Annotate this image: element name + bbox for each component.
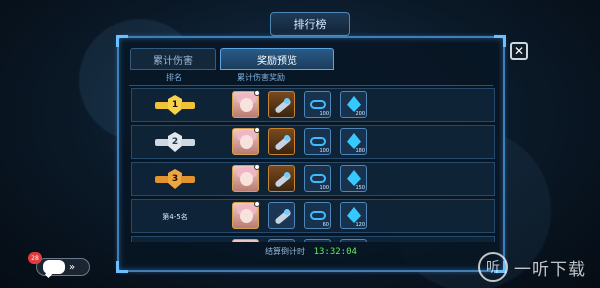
rank-badge-silver-icon: 2 bbox=[155, 132, 195, 154]
column-headers: 排名 累计伤害奖励 bbox=[119, 71, 503, 85]
cloud-icon[interactable]: 60 bbox=[304, 202, 331, 229]
countdown-time: 13:32:04 bbox=[313, 247, 357, 257]
tab-cumulative-damage[interactable]: 累计伤害 bbox=[130, 48, 216, 70]
rank-cell: 3 bbox=[140, 163, 210, 197]
chat-bubble-icon bbox=[43, 260, 65, 274]
badge-wing bbox=[181, 176, 195, 183]
rank-label: 第4-5名 bbox=[162, 213, 188, 221]
rank-number: 1 bbox=[168, 95, 182, 115]
tab-bar: 累计伤害 奖励预览 bbox=[130, 48, 334, 70]
item-marker bbox=[254, 90, 260, 96]
weapon-tip bbox=[284, 135, 290, 141]
rank-number: 3 bbox=[168, 169, 182, 189]
crystal-shape bbox=[347, 207, 361, 223]
weapon-tip bbox=[284, 209, 290, 215]
rank-cell: 2 bbox=[140, 126, 210, 160]
rank-cell: 第4-5名 bbox=[140, 200, 210, 234]
cloud-icon[interactable] bbox=[304, 239, 331, 242]
badge-wing bbox=[155, 176, 169, 183]
rank-cell: 1 bbox=[140, 89, 210, 123]
countdown-label: 结算倒计时 bbox=[265, 247, 306, 256]
cloud-icon[interactable]: 100 bbox=[304, 91, 331, 118]
rank-badge-gold-icon: 1 bbox=[155, 95, 195, 117]
item-count: 150 bbox=[355, 185, 365, 191]
reward-row: 第4-5名 60 120 bbox=[131, 199, 495, 233]
cloud-icon[interactable]: 100 bbox=[304, 165, 331, 192]
watermark: 听 一听下载 bbox=[478, 252, 586, 282]
badge-wing bbox=[155, 139, 169, 146]
rank-badge-bronze-icon: 3 bbox=[155, 169, 195, 191]
crystal-shape bbox=[347, 170, 361, 186]
item-count: 180 bbox=[355, 148, 365, 154]
crystal-icon[interactable]: 150 bbox=[340, 165, 367, 192]
reward-column-header: 累计伤害奖励 bbox=[237, 73, 285, 82]
corner-ornament bbox=[116, 35, 128, 47]
page-title: 排行榜 bbox=[270, 12, 350, 36]
item-count: 200 bbox=[355, 111, 365, 117]
notification-badge: 28 bbox=[28, 252, 42, 264]
close-icon: ✕ bbox=[513, 44, 525, 58]
weapon-tip bbox=[284, 98, 290, 104]
item-count: 100 bbox=[319, 185, 329, 191]
cloud-shape bbox=[310, 137, 326, 146]
crystal-shape bbox=[347, 96, 361, 112]
hero-portrait-icon[interactable] bbox=[232, 164, 260, 192]
cloud-icon[interactable]: 100 bbox=[304, 128, 331, 155]
crystal-icon[interactable] bbox=[340, 239, 367, 242]
cloud-shape bbox=[310, 100, 326, 109]
watermark-logo-icon: 听 bbox=[478, 252, 508, 282]
hero-portrait-icon[interactable] bbox=[232, 239, 259, 242]
hero-face bbox=[240, 135, 253, 149]
weapon-icon[interactable] bbox=[268, 91, 295, 118]
hero-portrait-icon[interactable] bbox=[232, 201, 260, 229]
rank-number: 2 bbox=[168, 132, 182, 152]
hero-hair bbox=[237, 241, 256, 242]
badge-wing bbox=[155, 102, 169, 109]
weapon-icon[interactable] bbox=[268, 128, 295, 155]
reward-row: 1 100 200 bbox=[131, 88, 495, 122]
double-chevron-right-icon: » bbox=[69, 261, 76, 273]
reward-row bbox=[131, 236, 495, 242]
cloud-shape bbox=[310, 211, 326, 220]
leaderboard-panel: 累计伤害 奖励预览 排名 累计伤害奖励 1 100 200 2 100 180 … bbox=[116, 35, 506, 273]
hero-face bbox=[240, 98, 253, 112]
tab-reward-preview[interactable]: 奖励预览 bbox=[220, 48, 334, 70]
badge-wing bbox=[181, 102, 195, 109]
weapon-icon[interactable] bbox=[268, 165, 295, 192]
watermark-text: 一听下载 bbox=[514, 259, 586, 280]
hero-portrait-icon[interactable] bbox=[232, 90, 260, 118]
weapon-tip bbox=[284, 172, 290, 178]
item-marker bbox=[254, 201, 260, 207]
close-button[interactable]: ✕ bbox=[510, 42, 528, 60]
reward-row: 2 100 180 bbox=[131, 125, 495, 159]
settlement-countdown: 结算倒计时 13:32:04 bbox=[119, 246, 503, 257]
corner-ornament bbox=[494, 35, 506, 47]
chat-button[interactable]: » bbox=[36, 258, 90, 276]
item-marker bbox=[254, 127, 260, 133]
crystal-icon[interactable]: 180 bbox=[340, 128, 367, 155]
item-count: 100 bbox=[319, 111, 329, 117]
crystal-icon[interactable]: 200 bbox=[340, 91, 367, 118]
crystal-shape bbox=[347, 133, 361, 149]
cloud-shape bbox=[310, 174, 326, 183]
item-count: 120 bbox=[355, 222, 365, 228]
weapon-icon[interactable] bbox=[268, 239, 295, 242]
reward-row: 3 100 150 bbox=[131, 162, 495, 196]
crystal-icon[interactable]: 120 bbox=[340, 202, 367, 229]
corner-ornament bbox=[116, 261, 128, 273]
weapon-icon[interactable] bbox=[268, 202, 295, 229]
reward-list[interactable]: 1 100 200 2 100 180 3 100 150 第4-5名 60 1… bbox=[131, 86, 495, 242]
item-marker bbox=[254, 164, 260, 170]
hero-face bbox=[240, 209, 253, 223]
item-count: 100 bbox=[319, 148, 329, 154]
badge-wing bbox=[181, 139, 195, 146]
item-count: 60 bbox=[322, 222, 329, 228]
hero-face bbox=[240, 172, 253, 186]
hero-portrait-icon[interactable] bbox=[232, 127, 260, 155]
rank-column-header: 排名 bbox=[166, 73, 182, 82]
